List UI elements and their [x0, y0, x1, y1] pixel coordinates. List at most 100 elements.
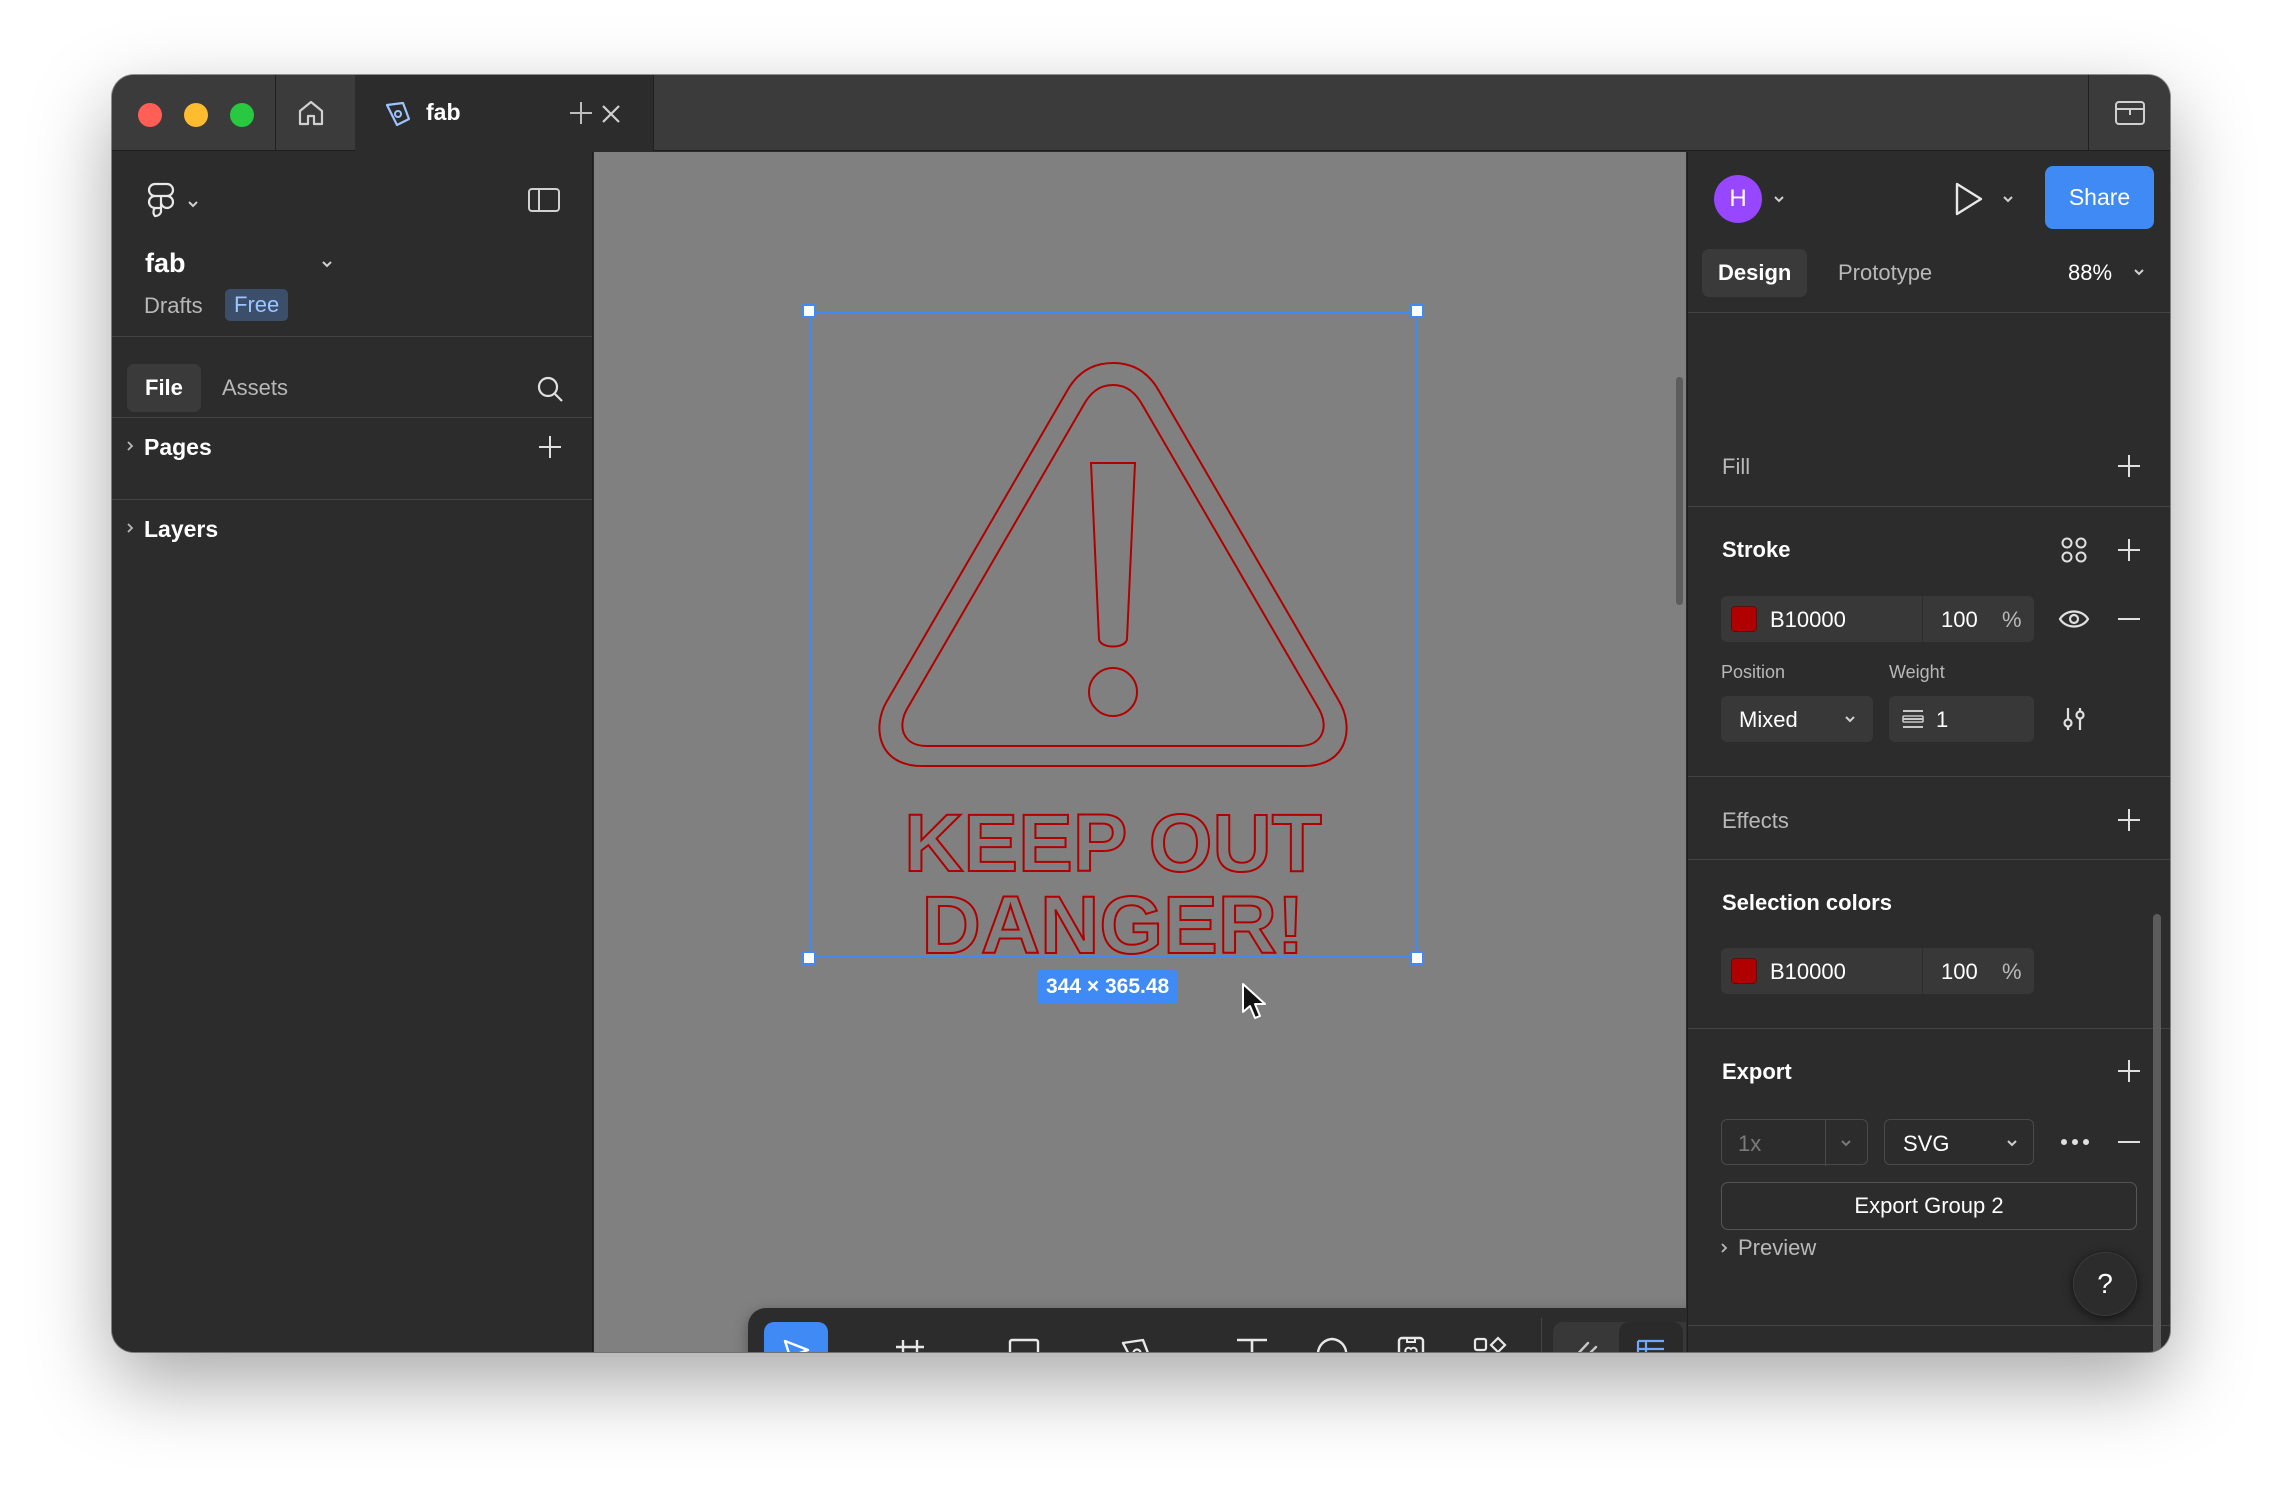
- divider: [112, 499, 592, 500]
- selection-color-opacity[interactable]: 100: [1941, 959, 1978, 985]
- tab-fab[interactable]: fab: [355, 75, 653, 152]
- rectangle-tool[interactable]: [992, 1322, 1056, 1352]
- avatar[interactable]: H: [1714, 175, 1762, 223]
- stroke-position-select[interactable]: Mixed: [1721, 696, 1873, 742]
- pages-section[interactable]: Pages: [112, 419, 592, 475]
- weight-label: Weight: [1889, 662, 1945, 682]
- chevron-down-icon[interactable]: [838, 1348, 852, 1352]
- selection-color-hex[interactable]: B10000: [1770, 959, 1846, 985]
- add-effect-icon[interactable]: [2115, 806, 2143, 834]
- layers-section[interactable]: Layers: [112, 501, 592, 557]
- vertical-scrollbar[interactable]: [1676, 377, 1683, 605]
- frame-tool[interactable]: [878, 1322, 942, 1352]
- chevron-right-icon: [127, 523, 134, 533]
- actions-tool-icon: [1473, 1336, 1507, 1352]
- pen-tab-icon: [385, 101, 411, 127]
- eye-icon[interactable]: [2058, 606, 2090, 632]
- chevron-down-icon[interactable]: [951, 1348, 965, 1352]
- pen-tool[interactable]: [1106, 1322, 1170, 1352]
- more-icon[interactable]: [2059, 1131, 2091, 1153]
- add-fill-icon[interactable]: [2115, 452, 2143, 480]
- chevron-down-icon[interactable]: [186, 197, 200, 211]
- preview-label[interactable]: Preview: [1738, 1235, 1816, 1261]
- chevron-down-icon[interactable]: [320, 257, 334, 271]
- file-name[interactable]: fab: [145, 248, 186, 279]
- export-format-select[interactable]: SVG: [1884, 1119, 2034, 1165]
- tab-file[interactable]: File: [127, 364, 201, 412]
- resize-handle-top-left[interactable]: [802, 304, 816, 318]
- bottom-toolbar: [748, 1308, 1686, 1352]
- minus-icon[interactable]: [2115, 605, 2143, 633]
- stroke-weight-value[interactable]: 1: [1936, 707, 1948, 733]
- play-icon[interactable]: [1950, 180, 1986, 218]
- chevron-down-icon[interactable]: [1065, 1348, 1079, 1352]
- chevron-down-icon[interactable]: [1179, 1348, 1193, 1352]
- help-button[interactable]: ?: [2073, 1252, 2137, 1316]
- move-tool[interactable]: [764, 1322, 828, 1352]
- chevron-down-icon[interactable]: [2132, 265, 2146, 279]
- pages-label: Pages: [144, 434, 212, 460]
- add-stroke-icon[interactable]: [2115, 536, 2143, 564]
- chevron-right-icon[interactable]: [1718, 1241, 1730, 1255]
- close-icon[interactable]: [598, 101, 624, 127]
- selection-opacity-unit: %: [2002, 959, 2022, 984]
- add-page-icon[interactable]: [536, 433, 564, 461]
- design-mode-button[interactable]: [1619, 1322, 1683, 1352]
- resize-handle-bottom-left[interactable]: [802, 951, 816, 965]
- figma-logo-icon[interactable]: [146, 182, 176, 218]
- tab-assets[interactable]: Assets: [222, 375, 288, 401]
- dev-mode-button[interactable]: [1685, 1322, 1686, 1352]
- move-tool-icon: [783, 1339, 810, 1352]
- widget-tool[interactable]: [1379, 1322, 1443, 1352]
- stroke-color-swatch[interactable]: [1731, 606, 1757, 632]
- title-bar: fab: [112, 75, 2170, 152]
- resize-handle-top-right[interactable]: [1410, 304, 1424, 318]
- library-icon[interactable]: [2114, 99, 2146, 127]
- resize-handle-bottom-right[interactable]: [1410, 951, 1424, 965]
- minus-icon[interactable]: [2115, 1128, 2143, 1156]
- selection-frame[interactable]: [809, 311, 1417, 958]
- canvas[interactable]: KEEP OUT DANGER! 344 × 365.48: [594, 152, 1686, 1352]
- text-tool[interactable]: [1220, 1322, 1284, 1352]
- chevron-down-icon[interactable]: [2001, 192, 2015, 206]
- styles-grid-icon[interactable]: [2059, 535, 2089, 565]
- share-button[interactable]: Share: [2045, 166, 2154, 229]
- zoom-window-button[interactable]: [230, 103, 254, 127]
- add-export-icon[interactable]: [2115, 1057, 2143, 1085]
- home-icon[interactable]: [295, 97, 327, 129]
- export-scale-select[interactable]: 1x: [1721, 1119, 1868, 1166]
- sidebar-toggle-icon[interactable]: [527, 187, 561, 213]
- right-panel-scrollbar[interactable]: [2153, 914, 2161, 1352]
- close-window-button[interactable]: [138, 103, 162, 127]
- mouse-cursor-icon: [1242, 983, 1266, 1019]
- actions-tool[interactable]: [1458, 1322, 1522, 1352]
- divider: [1688, 1325, 2170, 1326]
- zoom-level[interactable]: 88%: [2068, 260, 2112, 286]
- draw-mode-button[interactable]: [1553, 1322, 1617, 1352]
- plan-badge: Free: [225, 289, 289, 321]
- stroke-color-hex[interactable]: B10000: [1770, 607, 1846, 633]
- location-label[interactable]: Drafts: [144, 293, 203, 319]
- field-divider: [1922, 596, 1923, 642]
- layers-label: Layers: [144, 516, 219, 542]
- export-button[interactable]: Export Group 2: [1721, 1182, 2137, 1230]
- stroke-opacity[interactable]: 100: [1941, 607, 1978, 633]
- stroke-color-field[interactable]: B10000 100 %: [1721, 596, 2034, 642]
- stroke-weight-field[interactable]: 1: [1889, 696, 2034, 742]
- comment-tool-icon: [1316, 1337, 1348, 1352]
- chevron-down-icon: [1845, 716, 1855, 723]
- stroke-settings-icon[interactable]: [2060, 705, 2088, 733]
- minimize-window-button[interactable]: [184, 103, 208, 127]
- plus-icon[interactable]: [566, 98, 596, 128]
- chevron-down-icon[interactable]: [1772, 192, 1786, 206]
- search-icon[interactable]: [535, 374, 565, 404]
- text-tool-icon: [1237, 1338, 1267, 1352]
- tab-title: fab: [426, 99, 461, 125]
- comment-tool[interactable]: [1300, 1322, 1364, 1352]
- selection-color-swatch[interactable]: [1731, 958, 1757, 984]
- selection-color-field[interactable]: B10000 100 %: [1721, 948, 2034, 994]
- tab-prototype[interactable]: Prototype: [1838, 260, 1932, 286]
- tab-design[interactable]: Design: [1702, 249, 1808, 297]
- divider: [1688, 506, 2170, 507]
- app-window: fab fab Drafts Free File Assets Pages La…: [112, 75, 2170, 1352]
